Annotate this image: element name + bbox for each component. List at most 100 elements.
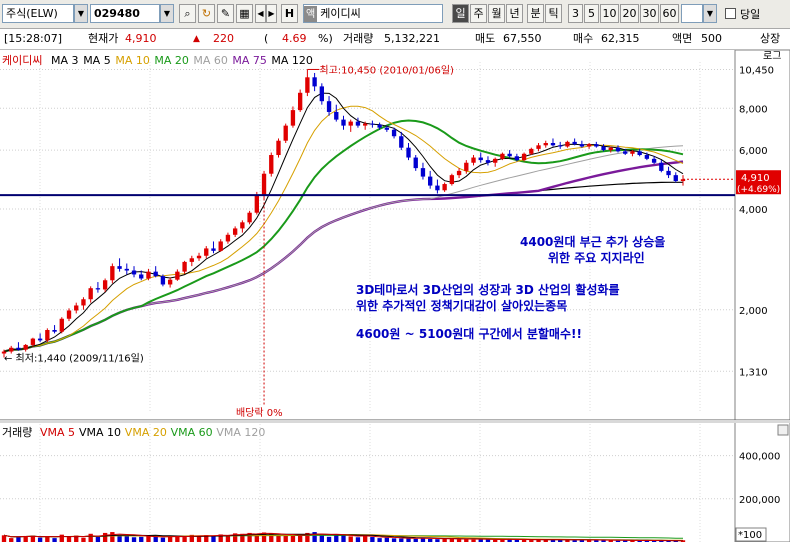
support-note-line-2: 위한 주요 지지라인 [548, 250, 645, 265]
volume-bar [59, 534, 64, 542]
interval-custom-input[interactable] [681, 4, 703, 23]
memo-icon[interactable]: ✎ [217, 4, 234, 23]
interval-5-button[interactable]: 5 [584, 4, 599, 23]
candle-body [586, 144, 592, 147]
volume-unit-label: *100 [738, 530, 762, 541]
volume-legend-item: VMA 120 [216, 426, 265, 439]
volume-bar [391, 538, 397, 542]
stock-chart[interactable]: 10,450 8,000 6,000 4,000 2,000 1,310 로그 4,910(+… [0, 50, 790, 542]
candle-body [377, 124, 382, 128]
candle-body [428, 176, 433, 186]
volume-bar [124, 535, 129, 542]
h-button[interactable]: H [281, 4, 298, 23]
volume-bar [1, 535, 7, 542]
candle-body [449, 175, 455, 185]
candle-body [211, 248, 216, 251]
candle-body [406, 147, 411, 158]
prev-stock-icon[interactable]: ◀ [255, 4, 266, 23]
volume-legend-item: VMA 20 [125, 426, 167, 439]
candle-body [312, 77, 317, 87]
candle-body [319, 86, 324, 102]
volume-bar [276, 535, 281, 542]
grid-icon[interactable]: ▦ [236, 4, 253, 23]
price-legend-item: 케이디씨 [2, 54, 42, 67]
pane-splitter [0, 420, 790, 423]
volume-bar [81, 537, 86, 542]
name-tag-badge: 액 [304, 6, 318, 22]
candle-body [305, 77, 310, 93]
interval-20-button[interactable]: 20 [620, 4, 639, 23]
candle-body [464, 162, 469, 171]
price-tick-label: 6,000 [739, 146, 768, 157]
candle-body [196, 255, 202, 259]
paren-open: ( [264, 32, 269, 45]
stock-code-dropdown-icon[interactable]: ▼ [160, 4, 174, 23]
market-type-dropdown-icon[interactable]: ▼ [74, 4, 88, 23]
candle-body [565, 141, 570, 147]
candle-body [413, 157, 418, 169]
period-tick-button[interactable]: 틱 [545, 4, 562, 23]
volume-bar [45, 536, 50, 542]
volume-bar [297, 535, 303, 542]
price-tick-label: 1,310 [739, 367, 768, 378]
period-minute-button[interactable]: 분 [527, 4, 544, 23]
refresh-icon[interactable]: ↻ [198, 4, 215, 23]
listing-label: 상장 [760, 32, 781, 45]
candle-body [637, 151, 642, 156]
candle-body [348, 121, 353, 126]
percent-unit: %) [318, 32, 333, 45]
candle-body [160, 276, 166, 285]
volume-bar [399, 538, 404, 542]
candle-body [45, 329, 50, 341]
interval-dropdown-icon[interactable]: ▼ [703, 4, 717, 23]
candle-body [189, 258, 194, 262]
volume-bar [66, 536, 72, 542]
period-day-button[interactable]: 일 [452, 4, 469, 23]
quote-info-bar: [15:28:07] 현재가 4,910 ▲ 220 ( 4.69 %) 거래량… [0, 29, 790, 50]
par-value: 500 [701, 32, 722, 45]
interval-30-button[interactable]: 30 [640, 4, 659, 23]
candle-body [225, 234, 231, 242]
candle-body [550, 143, 556, 146]
market-type-select[interactable]: 주식(ELW) [2, 4, 74, 23]
price-legend-item: MA 20 [154, 54, 189, 67]
candle-body [485, 160, 491, 163]
candle-body [666, 170, 671, 176]
candle-body [384, 127, 390, 130]
stock-name: 케이디씨 [320, 7, 361, 20]
search-icon[interactable]: ⌕ [179, 4, 196, 23]
price-change: 220 [213, 32, 234, 45]
volume-bar [88, 533, 93, 542]
up-arrow-icon: ▲ [193, 34, 200, 44]
price-tick-label: 2,000 [739, 306, 768, 317]
interval-60-button[interactable]: 60 [660, 4, 679, 23]
candle-body [442, 184, 447, 191]
volume-bar [9, 538, 14, 542]
annotations: 최고:10,450 (2010/01/06일) ← 최저:1,440 (2009/… [0, 64, 735, 419]
period-month-button[interactable]: 월 [488, 4, 505, 23]
toolbar: 주식(ELW) ▼ 029480 ▼ ⌕ ↻ ✎ ▦ ◀ ▶ H 액 케이디씨 일… [0, 0, 790, 29]
candle-body [399, 136, 404, 148]
ask-value: 67,550 [503, 32, 542, 45]
candle-body [218, 241, 223, 251]
interval-10-button[interactable]: 10 [600, 4, 619, 23]
same-day-checkbox[interactable] [725, 8, 736, 19]
volume-bar [110, 532, 115, 542]
stock-name-field[interactable]: 액 케이디씨 [303, 4, 443, 23]
candle-body [182, 261, 187, 272]
stock-code-input[interactable]: 029480 [90, 4, 160, 23]
note-line-2: 위한 추가적인 정책기대감이 살아있는종목 [356, 298, 567, 313]
next-stock-icon[interactable]: ▶ [266, 4, 277, 23]
candle-body [59, 318, 64, 332]
volume-label: 거래량 [343, 32, 374, 45]
volume-bar [363, 535, 368, 542]
low-annotation: ← 최저:1,440 (2009/11/16일) [4, 353, 144, 365]
volume-legend-item: 거래량 [2, 426, 32, 439]
candle-body [254, 195, 259, 213]
interval-3-button[interactable]: 3 [568, 4, 583, 23]
volume-bar [384, 537, 390, 542]
candle-body [435, 185, 440, 191]
period-week-button[interactable]: 주 [470, 4, 487, 23]
period-year-button[interactable]: 년 [506, 4, 523, 23]
candle-body [471, 157, 476, 163]
